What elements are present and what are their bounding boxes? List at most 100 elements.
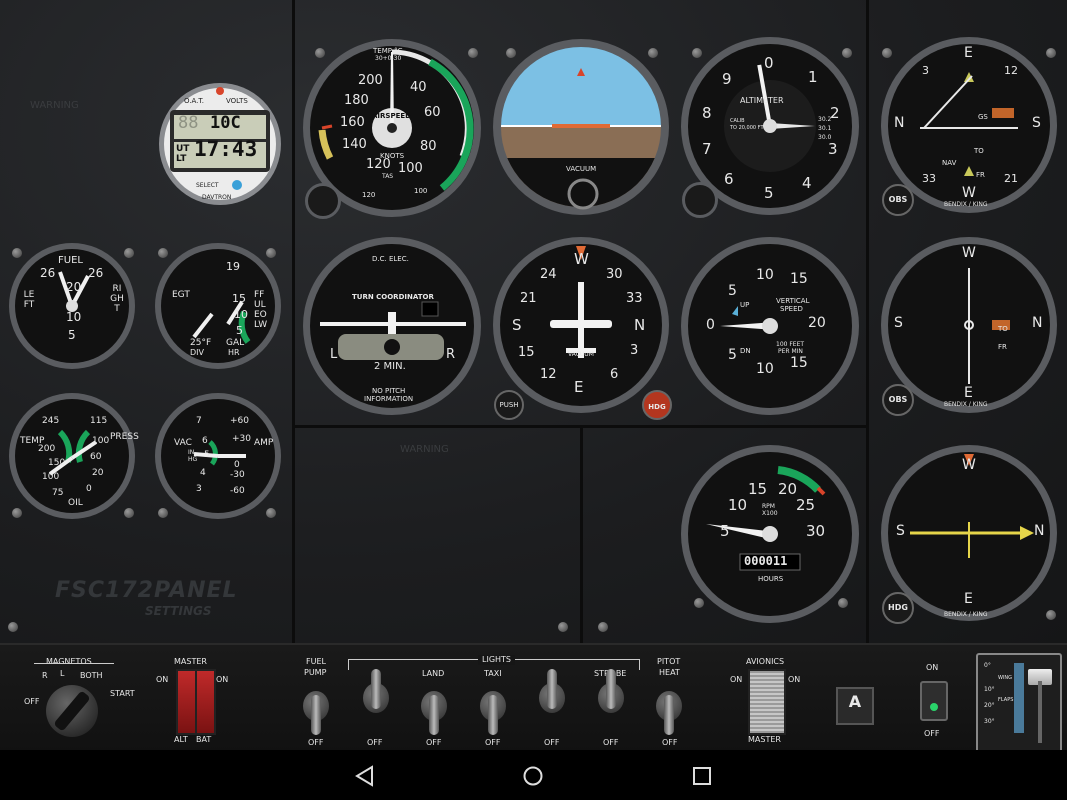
hdg-12: 12 xyxy=(540,367,557,382)
panel-screw xyxy=(12,248,22,258)
oat-readout: 10C xyxy=(210,113,241,133)
davtron-brand: DAVTRON xyxy=(202,194,232,201)
flap-track xyxy=(1038,681,1042,743)
tach-30: 30 xyxy=(806,522,826,540)
amp-60p: +60 xyxy=(230,416,249,426)
nav-light-switch[interactable] xyxy=(363,669,389,713)
amp-60n: -60 xyxy=(230,486,245,496)
fuel-pump-off: OFF xyxy=(308,738,324,747)
master-bat-switch[interactable] xyxy=(195,669,216,735)
vac-6: 6 xyxy=(202,436,208,446)
panel-seam xyxy=(866,0,869,643)
back-icon[interactable] xyxy=(354,765,376,787)
fuel-5: 5 xyxy=(68,328,76,342)
tach-10: 10 xyxy=(728,496,748,514)
vsi-10-dn: 10 xyxy=(756,361,774,377)
annunciator-letter: A xyxy=(848,692,862,711)
egt-div: DIV xyxy=(190,348,204,357)
magneto-key-switch[interactable] xyxy=(46,685,98,737)
avionics-on-left: ON xyxy=(730,675,743,684)
vsi-15-up: 15 xyxy=(790,271,808,287)
asi-tick-120: 120 xyxy=(366,157,391,172)
fuel-pump-switch[interactable] xyxy=(303,691,329,735)
land-light-switch[interactable] xyxy=(421,691,447,735)
beacon-light-switch[interactable] xyxy=(539,669,565,713)
pitot-heat-switch[interactable] xyxy=(656,691,682,735)
mag-start: START xyxy=(110,689,135,698)
altimeter-kollsman-knob[interactable] xyxy=(682,182,718,218)
attitude-face xyxy=(493,39,669,215)
alt-num-9: 9 xyxy=(722,70,732,88)
hdg-bug-knob[interactable]: HDG xyxy=(642,390,672,420)
vor2-w: W xyxy=(962,245,976,261)
hdg-33: 33 xyxy=(626,291,643,306)
vor2-n: N xyxy=(1032,315,1043,331)
vor1-obs-knob[interactable]: OBS xyxy=(882,184,914,216)
volts-label: VOLTS xyxy=(226,97,248,105)
avionics-master-switch[interactable] xyxy=(748,669,786,735)
mag-l: L xyxy=(60,669,65,678)
kollsman-3: 30.0 xyxy=(818,134,832,141)
lights-off-2: OFF xyxy=(426,738,442,747)
fuel-right: RIGHT xyxy=(110,284,124,314)
panel-seam xyxy=(292,0,295,643)
asi-tick-160: 160 xyxy=(340,115,365,130)
asi-temp-knob[interactable] xyxy=(305,183,341,219)
panel-screw xyxy=(558,622,568,632)
egt-scale: 25°F xyxy=(190,338,212,348)
davtron-clock[interactable]: O.A.T. VOLTS 88 10C UT LT 17:43 SELECT D… xyxy=(158,82,282,206)
alt-num-5: 5 xyxy=(764,184,774,202)
home-icon[interactable] xyxy=(522,765,544,787)
hdg-3: 3 xyxy=(630,343,639,358)
vsi-dn: DN xyxy=(740,347,751,355)
temp-scale: 30+0-30 xyxy=(375,55,402,62)
push-knob[interactable]: PUSH xyxy=(494,390,524,420)
ff-label: FF xyxy=(254,290,265,300)
select-label: SELECT xyxy=(196,182,219,189)
calib-label-2: TO 20,000 FT xyxy=(730,125,764,131)
aux-on: ON xyxy=(926,663,939,672)
gal-label: GAL xyxy=(226,338,245,348)
master-alt-switch[interactable] xyxy=(176,669,197,735)
alt-num-1: 1 xyxy=(808,68,818,86)
flap-lever-panel: 0° 10° 20° 30° WING FLAPS xyxy=(976,653,1062,753)
hdg-e: E xyxy=(574,378,584,396)
vor1-n: N xyxy=(894,115,905,131)
settings-button[interactable]: SETTINGS xyxy=(145,604,212,618)
vor2-obs-knob[interactable]: OBS xyxy=(882,384,914,416)
adf-hdg-knob[interactable]: HDG xyxy=(882,592,914,624)
ut-label: UT xyxy=(176,144,190,154)
recents-icon[interactable] xyxy=(692,766,712,786)
flap-position-indicator xyxy=(1014,663,1024,733)
vor2-brand: BENDIX / KING xyxy=(944,401,988,408)
ul-label: UL xyxy=(254,300,266,310)
oil-label: OIL xyxy=(68,498,83,508)
turn-coordinator: D.C. ELEC. TURN COORDINATOR L R 2 MIN. N… xyxy=(302,236,482,416)
annunciator-test-button[interactable]: A xyxy=(836,687,874,725)
flap-label: FLAPS xyxy=(998,697,1014,703)
vor2-to: TO xyxy=(998,325,1008,333)
fuel-pump-title: FUEL xyxy=(306,657,326,666)
aux-off: OFF xyxy=(924,729,940,738)
panel-screw xyxy=(158,248,168,258)
vsi-20: 20 xyxy=(808,315,826,331)
panel-seam xyxy=(580,425,583,643)
panel-screw xyxy=(838,598,848,608)
aux-power-switch[interactable] xyxy=(920,681,948,721)
asi-tick-40: 40 xyxy=(410,80,427,95)
tach-20: 20 xyxy=(778,480,798,498)
fuel-l-26: 26 xyxy=(40,266,56,280)
vac-7: 7 xyxy=(196,416,202,426)
lt-label: LT xyxy=(176,154,187,164)
taxi-light-switch[interactable] xyxy=(480,691,506,735)
system-navigation-bar xyxy=(0,750,1067,800)
strobe-light-switch[interactable] xyxy=(598,669,624,713)
lights-off-1: OFF xyxy=(367,738,383,747)
panel-screw xyxy=(648,48,658,58)
panel-seam xyxy=(292,425,868,428)
instrument-panel: WARNING WARNING FSC172PANEL SETTINGS O.A… xyxy=(0,0,1067,643)
faded-warning: WARNING xyxy=(30,100,79,111)
land-label: LAND xyxy=(422,669,445,678)
egt-15: 15 xyxy=(232,292,246,305)
oil-temp-press-gauge: TEMP PRESS 245 200 150 100 75 115 100 60… xyxy=(8,392,139,520)
